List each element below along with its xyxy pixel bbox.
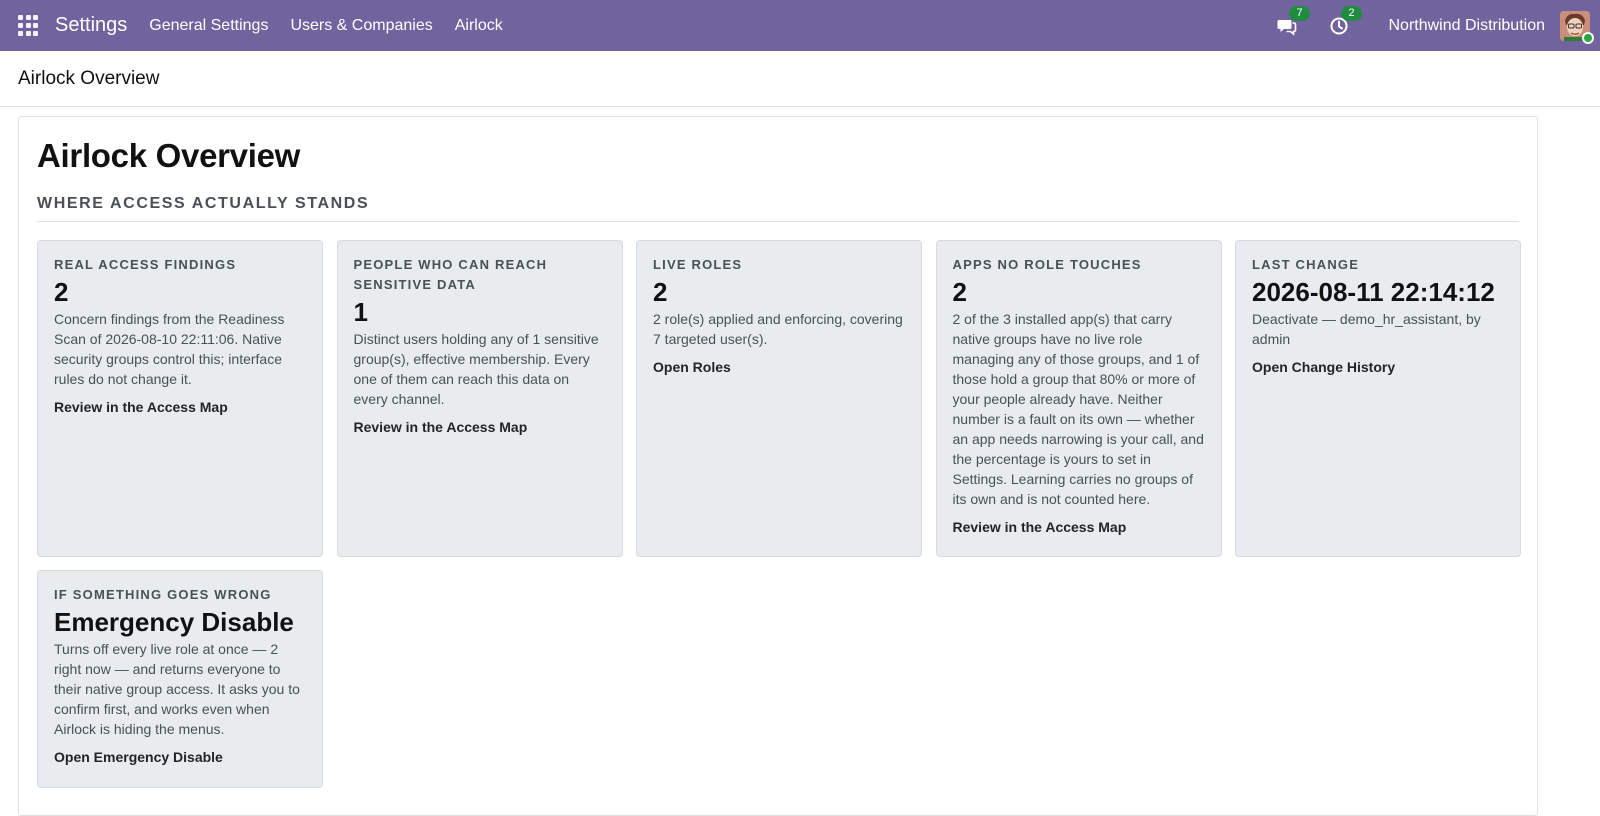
user-avatar[interactable]	[1560, 10, 1594, 44]
kpi-cards: REAL ACCESS FINDINGS 2 Concern findings …	[37, 240, 1521, 788]
messages-button[interactable]: 7	[1276, 5, 1310, 37]
breadcrumb: Airlock Overview	[18, 67, 160, 89]
top-navbar: Settings General Settings Users & Compan…	[0, 0, 1600, 51]
card-value: 2	[952, 277, 967, 307]
card-description: Concern findings from the Readiness Scan…	[54, 311, 285, 387]
card-label: PEOPLE WHO CAN REACH SENSITIVE DATA	[353, 257, 548, 292]
open-emergency-disable-link[interactable]: Open Emergency Disable	[54, 749, 223, 765]
card-description: Distinct users holding any of 1 sensitiv…	[353, 331, 599, 407]
card-value: Emergency Disable	[54, 607, 294, 637]
review-access-map-link[interactable]: Review in the Access Map	[54, 399, 228, 415]
menu-users-companies[interactable]: Users & Companies	[290, 17, 432, 35]
card-description: Turns off every live role at once — 2 ri…	[54, 641, 300, 737]
systray: 7 2 Northwind Distribution	[1276, 5, 1594, 44]
card-emergency-disable: IF SOMETHING GOES WRONG Emergency Disabl…	[37, 570, 323, 788]
card-value: 2	[54, 277, 69, 307]
top-menu: General Settings Users & Companies Airlo…	[149, 17, 502, 35]
menu-general-settings[interactable]: General Settings	[149, 17, 268, 35]
card-value: 2	[653, 277, 668, 307]
overview-sheet: Airlock Overview WHERE ACCESS ACTUALLY S…	[18, 116, 1538, 816]
card-label: REAL ACCESS FINDINGS	[54, 257, 237, 272]
menu-airlock[interactable]: Airlock	[455, 17, 503, 35]
card-people-sensitive-data: PEOPLE WHO CAN REACH SENSITIVE DATA 1 Di…	[336, 240, 623, 557]
open-change-history-link[interactable]: Open Change History	[1252, 359, 1395, 375]
card-description: 2 of the 3 installed app(s) that carry n…	[952, 311, 1204, 507]
review-access-map-link[interactable]: Review in the Access Map	[953, 519, 1127, 535]
app-menu-grid-icon[interactable]	[18, 14, 40, 37]
open-roles-link[interactable]: Open Roles	[653, 359, 731, 375]
card-live-roles: LIVE ROLES 2 2 role(s) applied and enfor…	[636, 240, 922, 557]
card-description: 2 role(s) applied and enforcing, coverin…	[653, 311, 903, 347]
messages-count-badge: 7	[1289, 5, 1310, 21]
card-apps-no-role-touches: APPS NO ROLE TOUCHES 2 2 of the 3 instal…	[935, 240, 1222, 557]
control-panel: Airlock Overview	[0, 51, 1600, 107]
review-access-map-link[interactable]: Review in the Access Map	[354, 419, 528, 435]
page-title: Airlock Overview	[37, 137, 301, 174]
card-label: APPS NO ROLE TOUCHES	[952, 257, 1142, 272]
section-title: WHERE ACCESS ACTUALLY STANDS	[37, 195, 1519, 222]
company-switcher[interactable]: Northwind Distribution	[1388, 17, 1545, 35]
activities-count-badge: 2	[1341, 5, 1362, 21]
card-label: LAST CHANGE	[1252, 257, 1360, 272]
card-label: IF SOMETHING GOES WRONG	[54, 587, 272, 602]
online-status-indicator	[1582, 31, 1594, 44]
card-last-change: LAST CHANGE 2026-08-11 22:14:12 Deactiva…	[1235, 240, 1521, 557]
card-value: 2026-08-11 22:14:12	[1252, 277, 1495, 307]
card-real-access-findings: REAL ACCESS FINDINGS 2 Concern findings …	[37, 240, 323, 557]
app-brand-settings[interactable]: Settings	[55, 14, 127, 37]
card-label: LIVE ROLES	[653, 257, 743, 272]
card-description: Deactivate — demo_hr_assistant, by admin	[1252, 311, 1481, 347]
activities-button[interactable]: 2	[1328, 5, 1362, 37]
card-value: 1	[353, 297, 368, 327]
